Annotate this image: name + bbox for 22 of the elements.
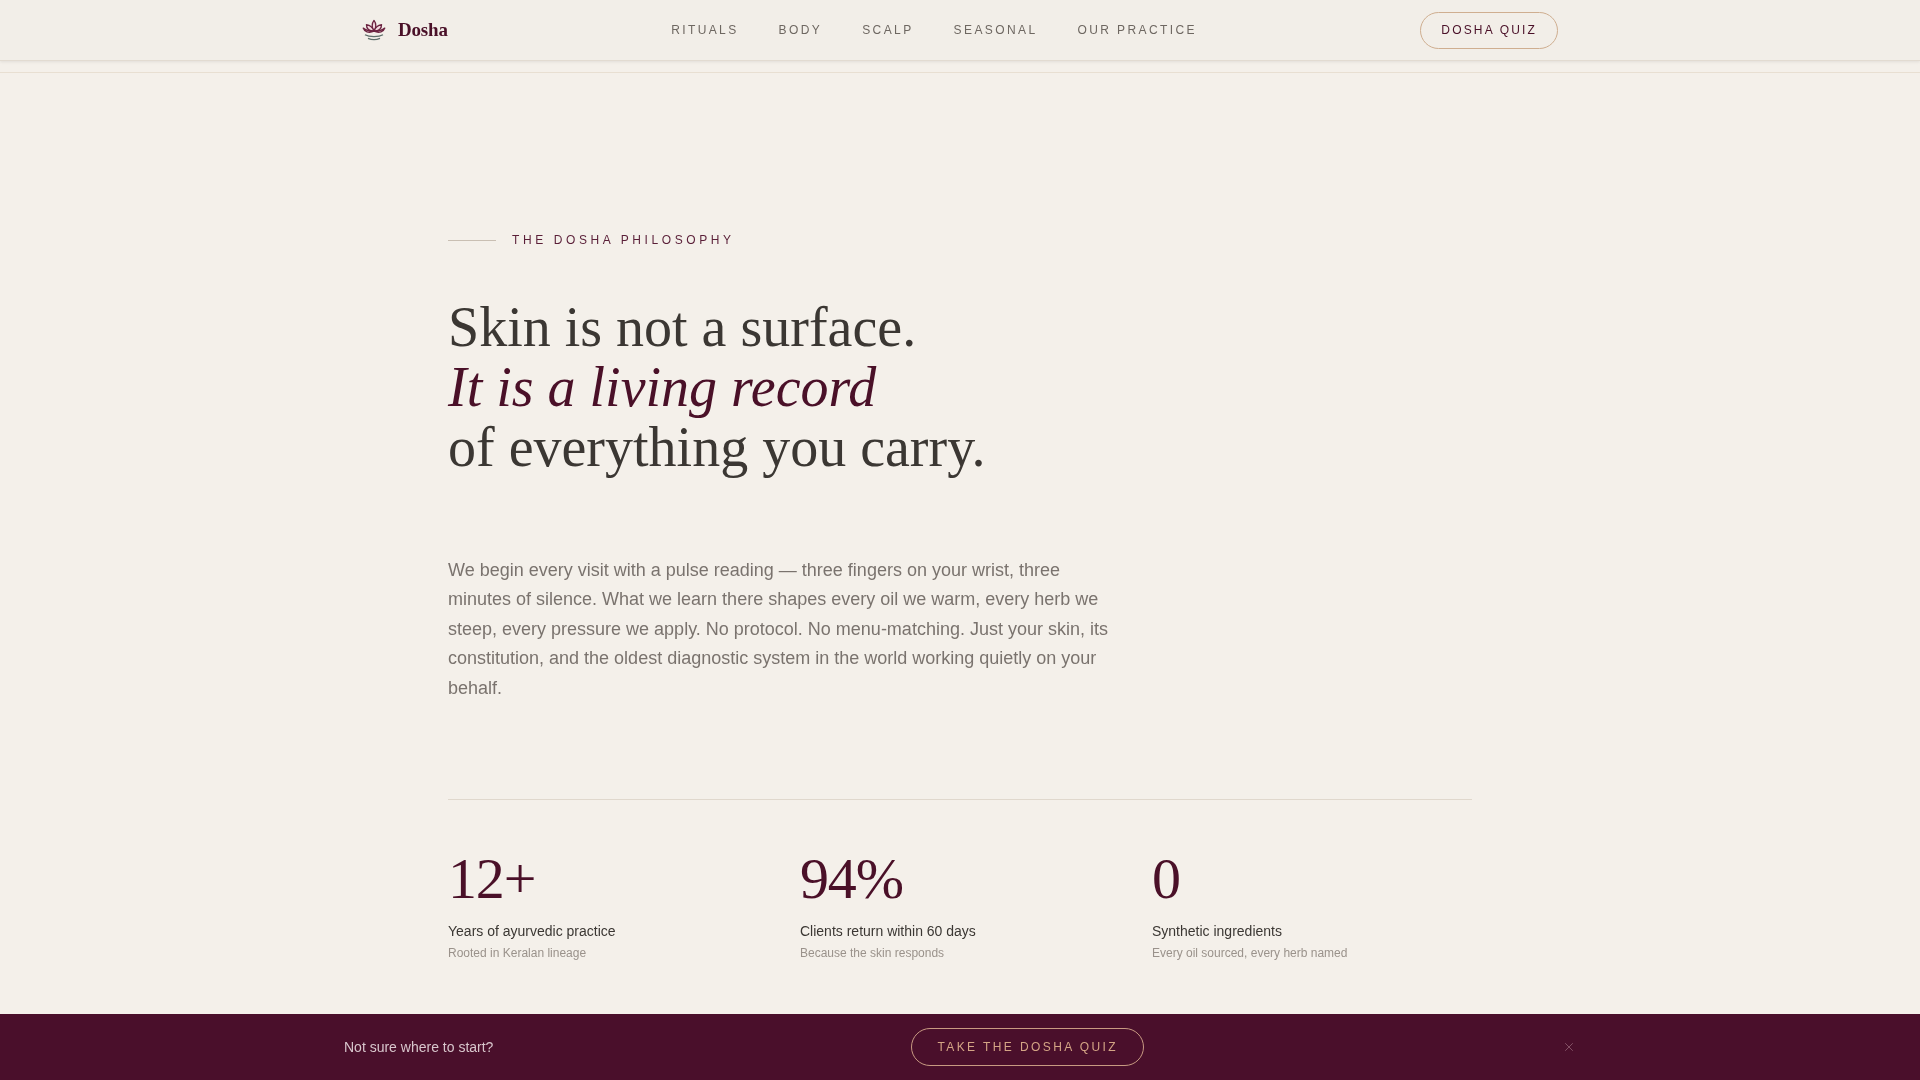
nav-link[interactable]: OUR PRACTICE — [1077, 21, 1197, 39]
stat-label: Synthetic ingredients — [1152, 922, 1282, 942]
close-button[interactable] — [1562, 1040, 1576, 1054]
banner-text: Not sure where to start? — [344, 1037, 494, 1057]
nav-link[interactable]: SEASONAL — [953, 21, 1038, 39]
intro-paragraph: We begin every visit with a pulse reading — three fingers on your wrist, three minutes of silence. What we learn there shapes every oil we warm, every herb we steep, every pressure we apply. No protocol. No menu-matching. Just your skin, its constitution, and the oldest diagnostic system in the world working quietly on your behalf. — [448, 559, 1109, 700]
stat-label: Years of ayurvedic practice — [448, 922, 616, 942]
brand-link[interactable]: Dosha — [362, 15, 448, 45]
stat-value: 12+ — [448, 850, 536, 909]
nav-link[interactable]: BODY — [778, 21, 823, 39]
nav-link[interactable]: RITUALS — [671, 21, 739, 39]
stat-note: Rooted in Keralan lineage — [448, 945, 587, 962]
hero-heading: Skin is not a surface. It is a living record of everything you carry. — [448, 297, 986, 477]
nav-link[interactable]: SCALP — [862, 21, 914, 39]
stat-note: Every oil sourced, every herb named — [1152, 945, 1348, 962]
stat-value: 94% — [800, 850, 903, 909]
stat-label: Clients return within 60 days — [800, 922, 976, 942]
lotus-icon — [362, 19, 386, 41]
close-icon — [1562, 1040, 1576, 1054]
stat-value: 0 — [1152, 850, 1180, 909]
stat-note: Because the skin responds — [800, 945, 945, 962]
section-eyebrow: THE DOSHA PHILOSOPHY — [512, 232, 735, 248]
